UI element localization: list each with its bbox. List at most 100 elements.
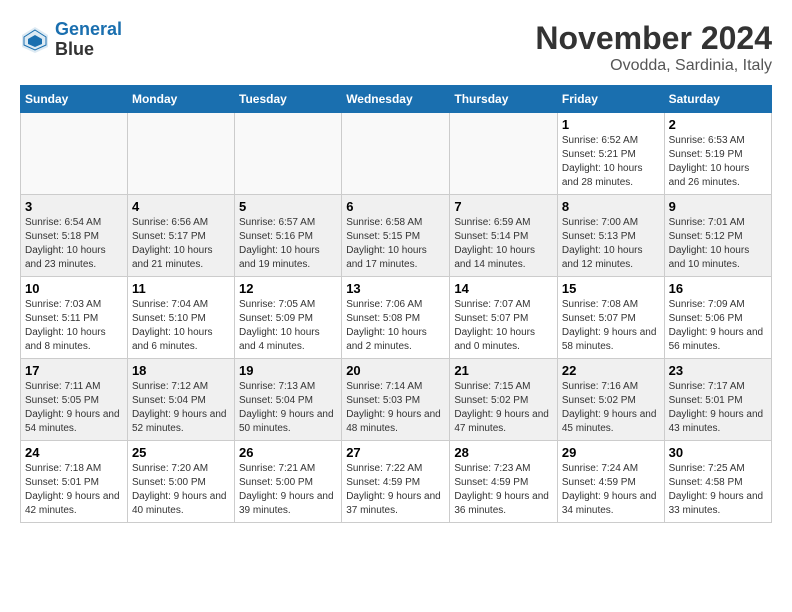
- day-info: Sunrise: 7:09 AMSunset: 5:06 PMDaylight:…: [669, 298, 767, 354]
- day-number: 25: [132, 445, 230, 460]
- title-block: November 2024 Ovodda, Sardinia, Italy: [535, 20, 772, 75]
- calendar-cell: 7 Sunrise: 6:59 AMSunset: 5:14 PMDaylight…: [450, 195, 558, 277]
- day-number: 13: [346, 281, 445, 296]
- day-number: 16: [669, 281, 767, 296]
- day-info: Sunrise: 7:04 AMSunset: 5:10 PMDaylight:…: [132, 298, 230, 354]
- calendar-cell: 15 Sunrise: 7:08 AMSunset: 5:07 PMDayligh…: [557, 277, 664, 359]
- day-number: 29: [562, 445, 660, 460]
- calendar-cell: 6 Sunrise: 6:58 AMSunset: 5:15 PMDaylight…: [342, 195, 450, 277]
- day-number: 24: [25, 445, 123, 460]
- calendar-cell: [21, 113, 128, 195]
- day-number: 11: [132, 281, 230, 296]
- day-number: 4: [132, 199, 230, 214]
- calendar-cell: 28 Sunrise: 7:23 AMSunset: 4:59 PMDayligh…: [450, 441, 558, 523]
- day-info: Sunrise: 7:18 AMSunset: 5:01 PMDaylight:…: [25, 462, 123, 518]
- day-info: Sunrise: 7:12 AMSunset: 5:04 PMDaylight:…: [132, 380, 230, 436]
- calendar-header-row: SundayMondayTuesdayWednesdayThursdayFrid…: [21, 86, 772, 113]
- calendar-cell: [342, 113, 450, 195]
- weekday-header: Tuesday: [235, 86, 342, 113]
- weekday-header: Friday: [557, 86, 664, 113]
- calendar-week-row: 10 Sunrise: 7:03 AMSunset: 5:11 PMDayligh…: [21, 277, 772, 359]
- calendar-cell: 19 Sunrise: 7:13 AMSunset: 5:04 PMDayligh…: [235, 359, 342, 441]
- calendar-cell: 16 Sunrise: 7:09 AMSunset: 5:06 PMDayligh…: [664, 277, 771, 359]
- calendar-cell: 14 Sunrise: 7:07 AMSunset: 5:07 PMDayligh…: [450, 277, 558, 359]
- calendar-cell: 26 Sunrise: 7:21 AMSunset: 5:00 PMDayligh…: [235, 441, 342, 523]
- calendar-cell: 12 Sunrise: 7:05 AMSunset: 5:09 PMDayligh…: [235, 277, 342, 359]
- calendar-cell: 21 Sunrise: 7:15 AMSunset: 5:02 PMDayligh…: [450, 359, 558, 441]
- day-info: Sunrise: 7:07 AMSunset: 5:07 PMDaylight:…: [454, 298, 553, 354]
- calendar-cell: 24 Sunrise: 7:18 AMSunset: 5:01 PMDayligh…: [21, 441, 128, 523]
- calendar-cell: 10 Sunrise: 7:03 AMSunset: 5:11 PMDayligh…: [21, 277, 128, 359]
- day-number: 21: [454, 363, 553, 378]
- day-number: 20: [346, 363, 445, 378]
- day-number: 18: [132, 363, 230, 378]
- day-number: 23: [669, 363, 767, 378]
- day-number: 6: [346, 199, 445, 214]
- calendar-week-row: 24 Sunrise: 7:18 AMSunset: 5:01 PMDayligh…: [21, 441, 772, 523]
- calendar-cell: 13 Sunrise: 7:06 AMSunset: 5:08 PMDayligh…: [342, 277, 450, 359]
- day-info: Sunrise: 7:20 AMSunset: 5:00 PMDaylight:…: [132, 462, 230, 518]
- day-info: Sunrise: 6:59 AMSunset: 5:14 PMDaylight:…: [454, 216, 553, 272]
- day-info: Sunrise: 7:14 AMSunset: 5:03 PMDaylight:…: [346, 380, 445, 436]
- calendar-cell: [235, 113, 342, 195]
- calendar-cell: 11 Sunrise: 7:04 AMSunset: 5:10 PMDayligh…: [127, 277, 234, 359]
- day-info: Sunrise: 7:15 AMSunset: 5:02 PMDaylight:…: [454, 380, 553, 436]
- day-number: 14: [454, 281, 553, 296]
- day-number: 5: [239, 199, 337, 214]
- day-info: Sunrise: 7:17 AMSunset: 5:01 PMDaylight:…: [669, 380, 767, 436]
- calendar-week-row: 17Sunrise: 7:11 AMSunset: 5:05 PMDayligh…: [21, 359, 772, 441]
- calendar-cell: 23 Sunrise: 7:17 AMSunset: 5:01 PMDayligh…: [664, 359, 771, 441]
- day-info: Sunrise: 7:23 AMSunset: 4:59 PMDaylight:…: [454, 462, 553, 518]
- weekday-header: Thursday: [450, 86, 558, 113]
- day-number: 7: [454, 199, 553, 214]
- day-info: Sunrise: 6:53 AMSunset: 5:19 PMDaylight:…: [669, 134, 767, 190]
- day-number: 8: [562, 199, 660, 214]
- day-info: Sunrise: 6:52 AMSunset: 5:21 PMDaylight:…: [562, 134, 660, 190]
- day-number: 10: [25, 281, 123, 296]
- day-info: Sunrise: 6:57 AMSunset: 5:16 PMDaylight:…: [239, 216, 337, 272]
- day-info: Sunrise: 7:13 AMSunset: 5:04 PMDaylight:…: [239, 380, 337, 436]
- logo-text: General Blue: [55, 20, 122, 60]
- day-info: Sunrise: 6:54 AMSunset: 5:18 PMDaylight:…: [25, 216, 123, 272]
- day-info: Sunrise: 7:11 AMSunset: 5:05 PMDaylight:…: [25, 380, 123, 436]
- calendar-cell: 3Sunrise: 6:54 AMSunset: 5:18 PMDaylight…: [21, 195, 128, 277]
- logo: General Blue: [20, 20, 122, 60]
- weekday-header: Monday: [127, 86, 234, 113]
- day-info: Sunrise: 7:06 AMSunset: 5:08 PMDaylight:…: [346, 298, 445, 354]
- weekday-header: Saturday: [664, 86, 771, 113]
- day-info: Sunrise: 7:05 AMSunset: 5:09 PMDaylight:…: [239, 298, 337, 354]
- month-title: November 2024: [535, 20, 772, 57]
- calendar-cell: 27 Sunrise: 7:22 AMSunset: 4:59 PMDayligh…: [342, 441, 450, 523]
- calendar-cell: 18 Sunrise: 7:12 AMSunset: 5:04 PMDayligh…: [127, 359, 234, 441]
- calendar-cell: 1 Sunrise: 6:52 AMSunset: 5:21 PMDaylight…: [557, 113, 664, 195]
- calendar-cell: 30Sunrise: 7:25 AMSunset: 4:58 PMDayligh…: [664, 441, 771, 523]
- location-title: Ovodda, Sardinia, Italy: [535, 57, 772, 75]
- day-info: Sunrise: 7:25 AMSunset: 4:58 PMDaylight:…: [669, 462, 767, 518]
- day-number: 26: [239, 445, 337, 460]
- day-number: 27: [346, 445, 445, 460]
- day-info: Sunrise: 6:58 AMSunset: 5:15 PMDaylight:…: [346, 216, 445, 272]
- day-number: 19: [239, 363, 337, 378]
- calendar-cell: 9Sunrise: 7:01 AMSunset: 5:12 PMDaylight…: [664, 195, 771, 277]
- calendar-cell: 8Sunrise: 7:00 AMSunset: 5:13 PMDaylight…: [557, 195, 664, 277]
- calendar-cell: [127, 113, 234, 195]
- day-info: Sunrise: 7:01 AMSunset: 5:12 PMDaylight:…: [669, 216, 767, 272]
- day-number: 1: [562, 117, 660, 132]
- calendar-cell: 4Sunrise: 6:56 AMSunset: 5:17 PMDaylight…: [127, 195, 234, 277]
- calendar-week-row: 1 Sunrise: 6:52 AMSunset: 5:21 PMDaylight…: [21, 113, 772, 195]
- day-number: 12: [239, 281, 337, 296]
- day-info: Sunrise: 7:08 AMSunset: 5:07 PMDaylight:…: [562, 298, 660, 354]
- day-info: Sunrise: 7:22 AMSunset: 4:59 PMDaylight:…: [346, 462, 445, 518]
- day-info: Sunrise: 7:03 AMSunset: 5:11 PMDaylight:…: [25, 298, 123, 354]
- calendar-cell: 20 Sunrise: 7:14 AMSunset: 5:03 PMDayligh…: [342, 359, 450, 441]
- day-info: Sunrise: 7:21 AMSunset: 5:00 PMDaylight:…: [239, 462, 337, 518]
- day-number: 15: [562, 281, 660, 296]
- weekday-header: Sunday: [21, 86, 128, 113]
- logo-icon: [20, 25, 50, 55]
- calendar-table: SundayMondayTuesdayWednesdayThursdayFrid…: [20, 85, 772, 523]
- calendar-cell: 29Sunrise: 7:24 AMSunset: 4:59 PMDayligh…: [557, 441, 664, 523]
- day-number: 22: [562, 363, 660, 378]
- day-number: 28: [454, 445, 553, 460]
- page-header: General Blue November 2024 Ovodda, Sardi…: [20, 20, 772, 75]
- calendar-cell: [450, 113, 558, 195]
